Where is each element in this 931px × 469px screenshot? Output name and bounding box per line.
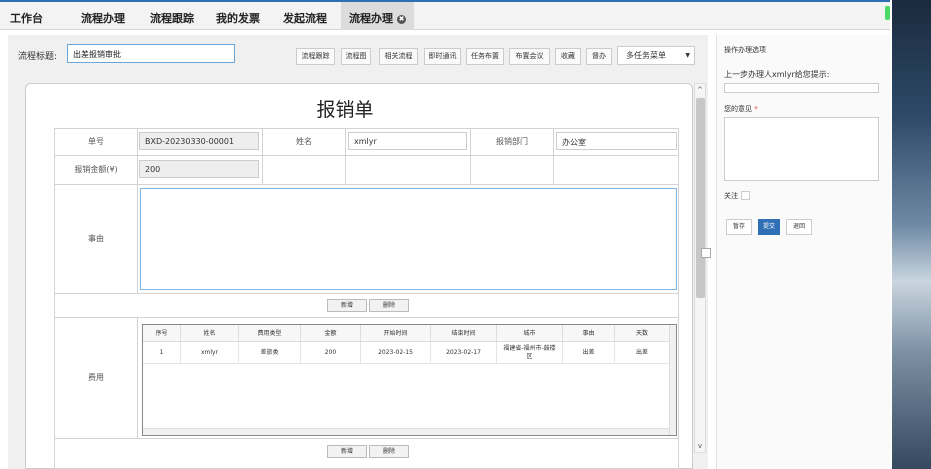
grid-header: 金额 xyxy=(301,325,361,342)
opinion-textarea[interactable] xyxy=(724,117,879,181)
close-icon[interactable]: ✖ xyxy=(397,15,406,24)
chevron-down-icon: ▼ xyxy=(685,52,690,59)
submit-button[interactable]: 提交 xyxy=(758,219,780,235)
related-process-button[interactable]: 相关流程 xyxy=(379,48,418,65)
tab-start-process[interactable]: 发起流程 xyxy=(283,10,327,26)
name-label: 姓名 xyxy=(262,128,346,156)
side-title: 操作办理选项 xyxy=(724,46,766,54)
delete-button[interactable]: 删除 xyxy=(369,445,409,458)
follow-label: 关注 xyxy=(724,192,738,200)
tab-process-handle[interactable]: 流程办理 xyxy=(81,10,125,26)
dept-label: 报销部门 xyxy=(470,128,554,156)
add-button[interactable]: 新增 xyxy=(327,299,367,312)
grid-cell[interactable]: 出差 xyxy=(563,342,615,364)
grid-cell[interactable]: xmlyr xyxy=(181,342,239,364)
menu-label: 多任务菜单 xyxy=(626,51,666,60)
title-label: 流程标题: xyxy=(18,52,58,62)
name-field[interactable]: xmlyr xyxy=(348,132,467,150)
grid-header: 姓名 xyxy=(181,325,239,342)
prev-hint-label: 上一步办理人xmlyr给您提示: xyxy=(724,70,830,79)
expense-grid: 序号 姓名 费用类型 金额 开始时间 结束时间 城市 事由 天数 1 xmlyr… xyxy=(142,324,677,436)
grid-cell[interactable]: 1 xyxy=(143,342,181,364)
reason-label: 事由 xyxy=(54,184,138,294)
tab-my-invoices[interactable]: 我的发票 xyxy=(216,10,260,26)
meeting-button[interactable]: 布置会议 xyxy=(509,48,550,65)
grid-cell[interactable]: 2023-02-17 xyxy=(431,342,497,364)
flowchart-button[interactable]: 流程图 xyxy=(341,48,371,65)
scroll-thumb[interactable] xyxy=(696,98,705,298)
desktop-wallpaper-strip xyxy=(892,0,931,469)
track-button[interactable]: 流程跟踪 xyxy=(296,48,335,65)
tab-process-handle-active[interactable]: 流程办理 ✖ xyxy=(341,2,414,30)
grid-header: 序号 xyxy=(143,325,181,342)
grid-cell[interactable]: 出差 xyxy=(615,342,670,364)
amount-field: 200 xyxy=(139,160,259,178)
no-label: 单号 xyxy=(54,128,138,156)
supervise-button[interactable]: 督办 xyxy=(586,48,612,65)
form-scrollbar[interactable]: ^ v xyxy=(694,83,706,453)
return-button[interactable]: 退回 xyxy=(786,219,812,235)
empty-cell xyxy=(470,155,554,185)
follow-checkbox[interactable] xyxy=(741,191,750,200)
grid-cell[interactable]: 2023-02-15 xyxy=(361,342,431,364)
title-input[interactable]: 出差报销审批 xyxy=(67,44,235,63)
prev-hint-box xyxy=(724,83,879,93)
im-button[interactable]: 即时通讯 xyxy=(424,48,461,65)
required-mark: * xyxy=(754,105,758,113)
grid-cell[interactable]: 福建省-福州市-鼓楼区 xyxy=(497,342,563,364)
opinion-label: 您的意见 * xyxy=(724,104,758,114)
status-indicator xyxy=(885,6,890,20)
dept-field[interactable]: 办公室 xyxy=(556,132,677,150)
assign-task-button[interactable]: 任务布置 xyxy=(466,48,504,65)
grid-header: 天数 xyxy=(615,325,670,342)
multi-task-menu[interactable]: 多任务菜单 ▼ xyxy=(617,46,695,65)
grid-header: 开始时间 xyxy=(361,325,431,342)
scroll-down-icon[interactable]: v xyxy=(695,441,705,451)
tab-workbench[interactable]: 工作台 xyxy=(10,10,43,26)
grid-vertical-scrollbar[interactable] xyxy=(669,325,676,435)
empty-cell xyxy=(262,155,346,185)
tab-label: 流程办理 xyxy=(349,12,393,25)
empty-cell xyxy=(345,155,471,185)
grid-header: 城市 xyxy=(497,325,563,342)
tab-process-track[interactable]: 流程跟踪 xyxy=(150,10,194,26)
collapse-panel-icon[interactable] xyxy=(701,248,711,258)
expense-label: 费用 xyxy=(54,317,138,439)
grid-cell[interactable]: 差旅类 xyxy=(239,342,301,364)
grid-header: 结束时间 xyxy=(431,325,497,342)
opinion-label-text: 您的意见 xyxy=(724,105,752,113)
grid-cell[interactable]: 200 xyxy=(301,342,361,364)
no-field: BXD-20230330-00001 xyxy=(139,132,259,150)
add-button[interactable]: 新增 xyxy=(327,445,367,458)
delete-button[interactable]: 删除 xyxy=(369,299,409,312)
empty-cell xyxy=(553,155,679,185)
form-title: 报销单 xyxy=(316,99,374,121)
top-tab-bar: 工作台 流程办理 流程跟踪 我的发票 发起流程 流程办理 ✖ xyxy=(0,0,890,30)
reason-textarea[interactable] xyxy=(140,188,677,290)
save-draft-button[interactable]: 暂存 xyxy=(726,219,752,235)
favorite-button[interactable]: 收藏 xyxy=(555,48,581,65)
grid-horizontal-scrollbar[interactable] xyxy=(143,428,669,435)
grid-header: 事由 xyxy=(563,325,615,342)
side-panel xyxy=(716,35,891,469)
scroll-up-icon[interactable]: ^ xyxy=(695,85,705,95)
amount-label: 报销金额(¥) xyxy=(54,155,138,185)
grid-header: 费用类型 xyxy=(239,325,301,342)
